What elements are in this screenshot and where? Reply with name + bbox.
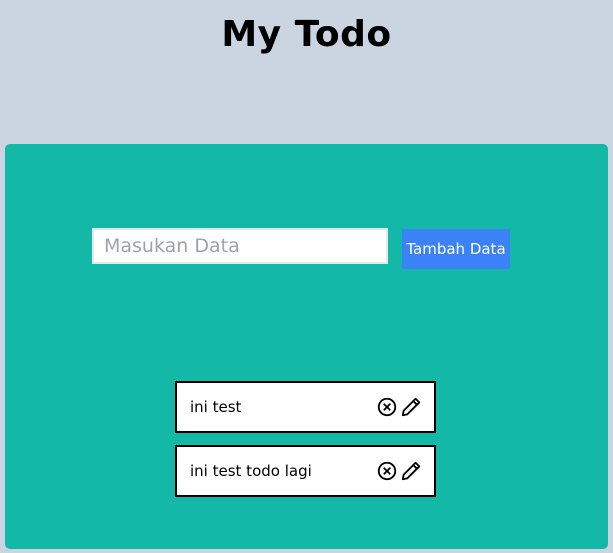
page-title: My Todo [221,14,392,55]
todo-list: ini test ini test todo lagi [175,381,436,509]
todo-item-text: ini test todo lagi [190,462,312,480]
todo-input[interactable] [92,228,388,264]
todo-panel: Tambah Data ini test [5,144,608,549]
todo-item: ini test todo lagi [175,445,436,497]
todo-item-text: ini test [190,398,242,416]
todo-item-actions [376,396,422,418]
pencil-icon[interactable] [400,460,422,482]
pencil-icon[interactable] [400,396,422,418]
add-todo-button[interactable]: Tambah Data [402,229,510,269]
todo-item: ini test [175,381,436,433]
todo-item-actions [376,460,422,482]
x-circle-icon[interactable] [376,460,398,482]
todo-app: My Todo Tambah Data ini test [0,0,613,553]
x-circle-icon[interactable] [376,396,398,418]
